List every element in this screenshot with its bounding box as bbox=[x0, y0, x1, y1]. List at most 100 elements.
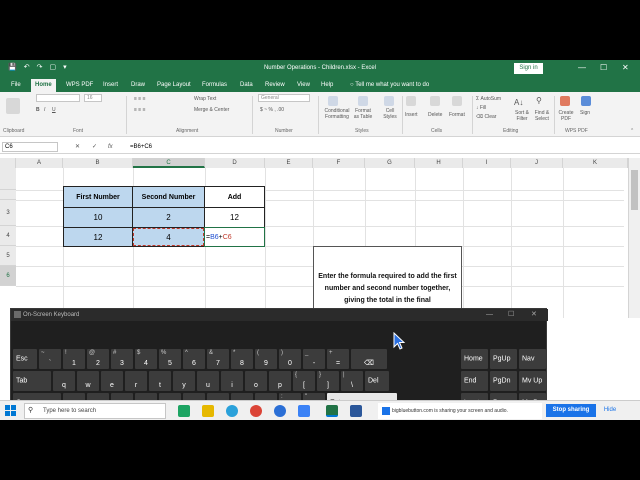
fill-button[interactable]: ↓ Fill bbox=[476, 105, 486, 111]
column-header[interactable]: G bbox=[365, 158, 415, 168]
osk-key[interactable]: ) 0 bbox=[279, 349, 301, 369]
underline-button[interactable]: U bbox=[52, 107, 56, 113]
osk-key[interactable]: e bbox=[101, 371, 123, 391]
row-header[interactable] bbox=[0, 168, 16, 190]
column-header[interactable]: K bbox=[563, 158, 628, 168]
telegram-icon[interactable] bbox=[226, 405, 238, 417]
cancel-icon[interactable]: ✕ bbox=[75, 142, 80, 152]
row-header[interactable]: 4 bbox=[0, 226, 16, 246]
osk-key[interactable]: ^ 6 bbox=[183, 349, 205, 369]
maximize-icon[interactable]: ☐ bbox=[600, 63, 607, 73]
font-name-input[interactable] bbox=[36, 94, 80, 102]
tab-help[interactable]: Help bbox=[317, 79, 337, 92]
osk-nav-key[interactable]: Mv Up bbox=[519, 371, 546, 391]
app-icon-2[interactable] bbox=[298, 405, 310, 417]
osk-key[interactable]: r bbox=[125, 371, 147, 391]
insert-function-icon[interactable]: fx bbox=[108, 142, 113, 152]
format-cells-icon[interactable] bbox=[452, 96, 462, 106]
column-header[interactable]: E bbox=[265, 158, 313, 168]
tab-review[interactable]: Review bbox=[261, 79, 289, 92]
paste-icon[interactable] bbox=[6, 98, 20, 114]
osk-nav-key[interactable]: PgUp bbox=[490, 349, 517, 369]
file-explorer-icon[interactable] bbox=[202, 405, 214, 417]
osk-key[interactable]: $4 bbox=[135, 349, 157, 369]
find-select-button[interactable]: Find & Select bbox=[532, 110, 552, 122]
sign-button[interactable]: Sign bbox=[580, 110, 590, 116]
number-format-select[interactable]: General bbox=[258, 94, 310, 102]
column-header[interactable]: C bbox=[133, 158, 205, 168]
tab-view[interactable]: View bbox=[293, 79, 314, 92]
osk-key[interactable]: y bbox=[173, 371, 195, 391]
row-header[interactable]: 5 bbox=[0, 246, 16, 266]
insert-cells-icon[interactable] bbox=[406, 96, 416, 106]
collapse-ribbon-icon[interactable]: ⌃ bbox=[630, 128, 634, 134]
osk-maximize-icon[interactable]: ☐ bbox=[508, 309, 514, 321]
osk-key[interactable]: | \ bbox=[341, 371, 363, 391]
taskbar-search-input[interactable]: Type here to search bbox=[24, 403, 166, 419]
column-header[interactable]: I bbox=[463, 158, 511, 168]
cell-b5[interactable]: 10 bbox=[63, 207, 133, 228]
header-add[interactable]: Add bbox=[204, 186, 265, 208]
instructions-textbox[interactable]: Enter the formula required to add the fi… bbox=[313, 246, 462, 316]
pdf-icon[interactable] bbox=[560, 96, 570, 106]
header-second-number[interactable]: Second Number bbox=[132, 186, 205, 208]
word-taskbar-icon[interactable] bbox=[350, 405, 362, 417]
close-icon[interactable]: ✕ bbox=[622, 63, 629, 73]
windows-start-icon[interactable] bbox=[5, 405, 17, 417]
autosum-button[interactable]: Σ AutoSum bbox=[476, 96, 501, 102]
conditional-formatting-button[interactable]: Conditional Formatting bbox=[320, 108, 354, 120]
osk-key[interactable]: w bbox=[77, 371, 99, 391]
osk-key[interactable]: ! 1 bbox=[63, 349, 85, 369]
formula-input[interactable]: =B6+C6 bbox=[130, 142, 152, 152]
cell-b6[interactable]: 12 bbox=[63, 227, 133, 247]
tab-insert[interactable]: Insert bbox=[99, 79, 122, 92]
osk-key[interactable]: #3 bbox=[111, 349, 133, 369]
sign-in-button[interactable]: Sign in bbox=[514, 63, 543, 74]
insert-cells-button[interactable]: Insert bbox=[405, 112, 418, 118]
osk-key[interactable]: @2 bbox=[87, 349, 109, 369]
column-header[interactable]: F bbox=[313, 158, 365, 168]
osk-key[interactable]: o bbox=[245, 371, 267, 391]
format-as-table-icon[interactable] bbox=[358, 96, 368, 106]
cell-d5[interactable]: 12 bbox=[204, 207, 265, 228]
osk-key[interactable]: Esc bbox=[13, 349, 37, 369]
osk-key[interactable]: Tab bbox=[13, 371, 51, 391]
column-header[interactable]: H bbox=[415, 158, 463, 168]
delete-cells-icon[interactable] bbox=[430, 96, 440, 106]
tab-data[interactable]: Data bbox=[236, 79, 257, 92]
header-first-number[interactable]: First Number bbox=[63, 186, 133, 208]
osk-key[interactable]: ⌫ bbox=[351, 349, 387, 369]
tab-formulas[interactable]: Formulas bbox=[198, 79, 231, 92]
cell-d6-editing[interactable]: = B6 + C6 bbox=[204, 227, 265, 247]
name-box[interactable]: C6 bbox=[2, 142, 58, 152]
row-header[interactable] bbox=[0, 190, 16, 200]
cell-c6[interactable]: 4 bbox=[132, 227, 205, 247]
browser-icon[interactable] bbox=[274, 405, 286, 417]
font-size-input[interactable]: 16 bbox=[84, 94, 102, 102]
sort-filter-button[interactable]: Sort & Filter bbox=[512, 110, 532, 122]
row-header[interactable]: 6 bbox=[0, 266, 16, 286]
tab-file[interactable]: File bbox=[7, 79, 25, 92]
tab-page-layout[interactable]: Page Layout bbox=[153, 79, 195, 92]
app-icon[interactable] bbox=[178, 405, 190, 417]
osk-key[interactable]: t bbox=[149, 371, 171, 391]
osk-key[interactable]: q bbox=[53, 371, 75, 391]
tab-home[interactable]: Home bbox=[31, 79, 56, 92]
sort-filter-icon[interactable]: A↓ bbox=[514, 98, 523, 107]
create-pdf-button[interactable]: Create PDF bbox=[556, 110, 576, 122]
chrome-icon[interactable] bbox=[250, 405, 262, 417]
stop-sharing-button[interactable]: Stop sharing bbox=[546, 404, 596, 417]
osk-key[interactable]: {[ bbox=[293, 371, 315, 391]
cell-styles-icon[interactable] bbox=[384, 96, 394, 106]
scrollbar-thumb[interactable] bbox=[631, 170, 638, 210]
select-all-corner[interactable] bbox=[0, 158, 16, 168]
osk-key[interactable]: + = bbox=[327, 349, 349, 369]
hide-button[interactable]: Hide bbox=[600, 404, 620, 417]
osk-key[interactable]: }] bbox=[317, 371, 339, 391]
osk-key[interactable]: ~ ` bbox=[39, 349, 61, 369]
vertical-scrollbar[interactable] bbox=[628, 158, 640, 318]
conditional-formatting-icon[interactable] bbox=[328, 96, 338, 106]
osk-nav-key[interactable]: Home bbox=[461, 349, 488, 369]
align-top-icon[interactable]: ≡ ≡ ≡ bbox=[134, 96, 146, 102]
format-cells-button[interactable]: Format bbox=[449, 112, 465, 118]
